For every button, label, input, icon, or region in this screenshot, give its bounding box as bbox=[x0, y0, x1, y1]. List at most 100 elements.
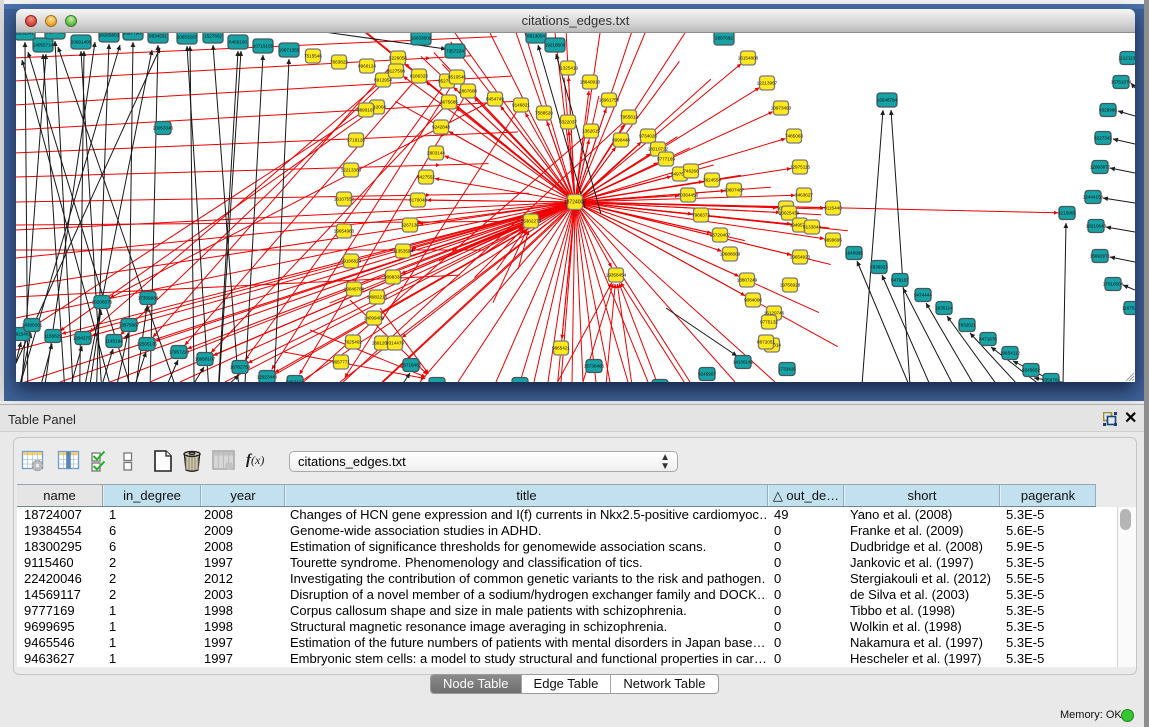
svg-text:8186323: 8186323 bbox=[410, 74, 428, 79]
svg-text:18807249: 18807249 bbox=[737, 278, 758, 283]
svg-text:9146821: 9146821 bbox=[512, 103, 530, 108]
svg-text:9462104: 9462104 bbox=[286, 380, 304, 382]
svg-text:7986372: 7986372 bbox=[692, 213, 710, 218]
svg-text:16782759: 16782759 bbox=[230, 365, 251, 370]
svg-text:8990448: 8990448 bbox=[612, 138, 630, 143]
svg-text:8454749: 8454749 bbox=[486, 97, 504, 102]
svg-text:16265853: 16265853 bbox=[99, 33, 120, 38]
svg-text:9227342: 9227342 bbox=[1094, 136, 1112, 141]
svg-text:14982216: 14982216 bbox=[367, 295, 388, 300]
svg-text:1640995: 1640995 bbox=[845, 251, 863, 256]
svg-text:1733426: 1733426 bbox=[778, 367, 796, 372]
svg-text:20053346: 20053346 bbox=[153, 126, 174, 131]
svg-text:9474444: 9474444 bbox=[914, 293, 932, 298]
svg-text:10688609: 10688609 bbox=[720, 252, 741, 257]
svg-text:14099489: 14099489 bbox=[364, 316, 385, 321]
svg-text:3215955: 3215955 bbox=[1058, 211, 1076, 216]
svg-text:19654923: 19654923 bbox=[790, 255, 811, 260]
svg-text:9084006: 9084006 bbox=[744, 298, 762, 303]
svg-text:11353594: 11353594 bbox=[393, 249, 414, 254]
svg-text:14055714: 14055714 bbox=[33, 43, 54, 48]
svg-text:19654983: 19654983 bbox=[334, 229, 355, 234]
svg-text:9634551: 9634551 bbox=[149, 34, 167, 39]
svg-text:7515546: 7515546 bbox=[304, 54, 322, 59]
svg-text:9775132: 9775132 bbox=[760, 320, 778, 325]
svg-text:7632621: 7632621 bbox=[958, 323, 976, 328]
svg-text:1362615: 1362615 bbox=[582, 129, 600, 134]
svg-text:9777169: 9777169 bbox=[657, 157, 675, 162]
svg-text:9245907: 9245907 bbox=[698, 372, 716, 377]
svg-text:11325419: 11325419 bbox=[558, 66, 579, 71]
svg-text:8235541: 8235541 bbox=[16, 33, 34, 36]
svg-text:19756928: 19756928 bbox=[780, 283, 801, 288]
svg-text:12213967: 12213967 bbox=[757, 81, 778, 86]
svg-text:20691406: 20691406 bbox=[71, 40, 92, 45]
svg-text:9899695: 9899695 bbox=[824, 238, 842, 243]
svg-text:3267130: 3267130 bbox=[401, 223, 419, 228]
svg-text:9134092: 9134092 bbox=[46, 33, 64, 35]
svg-text:9242848: 9242848 bbox=[432, 125, 450, 130]
svg-text:16107552: 16107552 bbox=[334, 197, 355, 202]
svg-text:12975115: 12975115 bbox=[790, 165, 811, 170]
svg-text:8912954: 8912954 bbox=[374, 78, 392, 83]
svg-text:9314479: 9314479 bbox=[386, 341, 404, 346]
svg-text:7663822: 7663822 bbox=[330, 60, 348, 65]
svg-text:9098334: 9098334 bbox=[384, 275, 402, 280]
svg-text:15751074: 15751074 bbox=[1111, 80, 1132, 85]
svg-text:9865421: 9865421 bbox=[552, 346, 570, 351]
svg-text:19358454: 19358454 bbox=[606, 273, 627, 278]
svg-text:3675685: 3675685 bbox=[440, 100, 458, 105]
svg-text:15720407: 15720407 bbox=[710, 233, 731, 238]
svg-text:17016504: 17016504 bbox=[1103, 282, 1124, 287]
svg-text:12505135: 12505135 bbox=[137, 342, 158, 347]
svg-text:15716485: 15716485 bbox=[401, 363, 422, 368]
svg-text:8133844: 8133844 bbox=[803, 225, 821, 230]
svg-text:10719155: 10719155 bbox=[253, 44, 274, 49]
svg-text:12444150: 12444150 bbox=[1083, 195, 1104, 200]
svg-text:11121133: 11121133 bbox=[1118, 56, 1135, 61]
svg-text:8960124: 8960124 bbox=[358, 64, 376, 69]
svg-text:2718126: 2718126 bbox=[347, 138, 365, 143]
svg-text:7625402: 7625402 bbox=[344, 340, 362, 345]
svg-text:9329966: 9329966 bbox=[1099, 108, 1117, 113]
svg-text:9734028: 9734028 bbox=[639, 134, 657, 139]
svg-text:15736485: 15736485 bbox=[584, 364, 605, 369]
svg-text:12923448: 12923448 bbox=[257, 375, 278, 380]
svg-text:8471676: 8471676 bbox=[979, 337, 997, 342]
svg-text:15302273: 15302273 bbox=[521, 219, 542, 224]
svg-text:8672051: 8672051 bbox=[757, 340, 775, 345]
svg-text:746266: 746266 bbox=[683, 169, 699, 174]
svg-text:8813054: 8813054 bbox=[527, 34, 545, 39]
svg-text:15692971: 15692971 bbox=[1090, 254, 1111, 259]
svg-text:10958107: 10958107 bbox=[195, 357, 216, 362]
svg-text:10807487: 10807487 bbox=[724, 188, 745, 193]
svg-text:2867608: 2867608 bbox=[459, 89, 477, 94]
svg-text:8127508: 8127508 bbox=[387, 69, 405, 74]
svg-text:8938923: 8938923 bbox=[870, 265, 888, 270]
svg-text:14385061: 14385061 bbox=[22, 323, 43, 328]
svg-text:19166823: 19166823 bbox=[341, 259, 362, 264]
svg-text:9356782: 9356782 bbox=[1042, 378, 1060, 382]
svg-text:1145194: 1145194 bbox=[105, 339, 123, 344]
svg-text:18210722: 18210722 bbox=[648, 147, 669, 152]
svg-text:8322037: 8322037 bbox=[559, 120, 577, 125]
svg-text:2887682: 2887682 bbox=[715, 36, 733, 41]
svg-text:16154808: 16154808 bbox=[738, 56, 759, 61]
svg-text:12093872: 12093872 bbox=[1090, 165, 1111, 170]
svg-text:16961758: 16961758 bbox=[599, 98, 620, 103]
svg-text:16648764: 16648764 bbox=[877, 98, 898, 103]
svg-text:14136141: 14136141 bbox=[733, 360, 754, 365]
svg-text:10025438: 10025438 bbox=[779, 211, 800, 216]
svg-text:9657771: 9657771 bbox=[332, 360, 350, 365]
svg-text:9890107: 9890107 bbox=[357, 108, 375, 113]
svg-text:18640910: 18640910 bbox=[580, 80, 601, 85]
svg-text:11675331: 11675331 bbox=[1122, 306, 1135, 311]
svg-text:5226058: 5226058 bbox=[389, 56, 407, 61]
svg-text:19218506: 19218506 bbox=[545, 43, 566, 48]
svg-text:3624554: 3624554 bbox=[703, 178, 721, 183]
svg-text:9245652: 9245652 bbox=[1022, 368, 1040, 373]
svg-text:12942757: 12942757 bbox=[73, 336, 94, 341]
svg-text:20206576: 20206576 bbox=[92, 300, 113, 305]
svg-text:1156829: 1156829 bbox=[44, 334, 62, 339]
svg-text:7357224: 7357224 bbox=[446, 49, 464, 54]
